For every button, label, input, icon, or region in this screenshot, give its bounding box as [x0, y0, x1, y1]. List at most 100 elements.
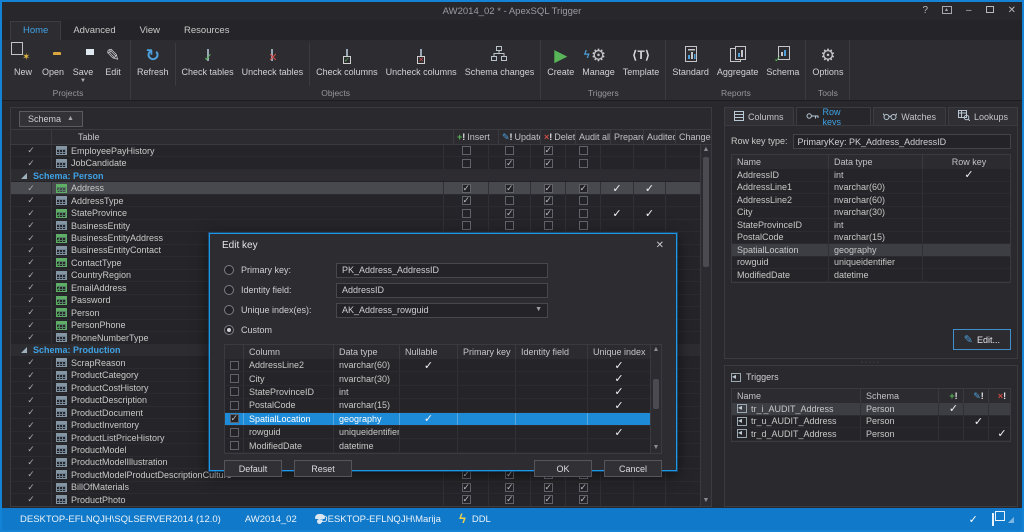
checkbox[interactable] — [579, 146, 588, 155]
dialog-header-primary-key[interactable]: Primary key — [457, 345, 515, 359]
ribbon-button-edit[interactable]: ✎Edit — [98, 41, 128, 88]
rowkeys-row[interactable]: StateProvinceIDint — [732, 219, 1010, 232]
delete-checkbox[interactable] — [530, 157, 565, 168]
trigger-row[interactable]: tr_u_AUDIT_AddressPerson✓ — [732, 416, 1010, 429]
table-row[interactable]: ✓Address✓✓ — [11, 182, 701, 194]
checkbox[interactable] — [579, 159, 588, 168]
checkbox[interactable] — [230, 387, 239, 396]
table-row[interactable]: ✓ProductPhoto — [11, 494, 701, 506]
scroll-down-icon[interactable]: ▼ — [651, 443, 661, 453]
ribbon-pin-icon[interactable] — [942, 6, 952, 17]
checkbox[interactable] — [505, 495, 514, 504]
checkbox[interactable] — [462, 209, 471, 218]
checkbox[interactable] — [462, 159, 471, 168]
checkbox[interactable] — [230, 428, 239, 437]
checkbox[interactable] — [544, 209, 553, 218]
checkbox[interactable] — [544, 221, 553, 230]
rowkeys-row[interactable]: Citynvarchar(30) — [732, 207, 1010, 220]
triggers-header-update[interactable]: ✎! — [963, 389, 988, 403]
ribbon-button-schema-changes[interactable]: Schema changes — [461, 41, 539, 88]
insert-checkbox[interactable] — [443, 195, 488, 206]
triggers-header-delete[interactable]: ×! — [988, 389, 1010, 403]
delete-checkbox[interactable] — [530, 145, 565, 156]
minimize-icon[interactable]: – — [966, 6, 972, 16]
update-checkbox[interactable] — [488, 220, 530, 231]
radio-identity-field[interactable] — [224, 285, 234, 295]
audit-all-checkbox[interactable] — [565, 195, 600, 206]
group-by-schema-chip[interactable]: Schema ▲ — [19, 111, 83, 127]
update-checkbox[interactable] — [488, 145, 530, 156]
row-included-check[interactable]: ✓ — [11, 382, 51, 393]
dialog-header-unique-index[interactable]: Unique index — [587, 345, 650, 359]
row-included-check[interactable]: ✓ — [11, 295, 51, 306]
ribbon-button-aggregate[interactable]: Aggregate — [713, 41, 763, 88]
dialog-column-row[interactable]: SpatialLocationgeography✓ — [225, 413, 650, 426]
ribbon-button-manage[interactable]: ⚙ϟManage — [578, 41, 619, 88]
ribbon-button-uncheck-tables[interactable]: ✕Uncheck tables — [238, 41, 308, 88]
dialog-column-row[interactable]: AddressLine2nvarchar(60)✓✓ — [225, 359, 650, 372]
dialog-column-row[interactable]: ModifiedDatedatetime — [225, 439, 650, 452]
table-row[interactable]: ✓JobCandidate — [11, 157, 701, 169]
rowkeys-row[interactable]: AddressIDint✓ — [732, 169, 1010, 182]
column-include-checkbox[interactable] — [225, 372, 243, 384]
dialog-header-column[interactable]: Column — [243, 345, 333, 359]
dialog-close-icon[interactable]: ✕ — [656, 240, 664, 251]
ribbon-button-uncheck-columns[interactable]: ✕Uncheck columns — [382, 41, 461, 88]
delete-checkbox[interactable] — [530, 195, 565, 206]
update-checkbox[interactable] — [488, 482, 530, 493]
row-included-check[interactable]: ✓ — [11, 482, 51, 493]
ribbon-button-save[interactable]: Save▼ — [68, 41, 98, 88]
row-included-check[interactable]: ✓ — [11, 257, 51, 268]
ribbon-button-check-columns[interactable]: ✓Check columns — [312, 41, 382, 88]
insert-checkbox[interactable] — [443, 145, 488, 156]
checkbox[interactable] — [505, 209, 514, 218]
checkbox[interactable] — [505, 184, 514, 193]
row-included-check[interactable]: ✓ — [11, 195, 51, 206]
row-included-check[interactable]: ✓ — [11, 407, 51, 418]
checkbox[interactable] — [505, 159, 514, 168]
trigger-row[interactable]: tr_i_AUDIT_AddressPerson✓ — [732, 403, 1010, 416]
row-included-check[interactable]: ✓ — [11, 394, 51, 405]
tables-header-insert[interactable]: +!Insert — [453, 130, 498, 144]
ribbon-button-schema[interactable]: ✓Schema — [762, 41, 803, 88]
dialog-header-data-type[interactable]: Data type — [333, 345, 399, 359]
primary-key-field[interactable]: PK_Address_AddressID — [336, 263, 548, 278]
rowkeys-header-row-key[interactable]: Row key — [922, 155, 1010, 169]
column-include-checkbox[interactable] — [225, 386, 243, 398]
scroll-up-icon[interactable]: ▲ — [701, 145, 711, 155]
row-included-check[interactable]: ✓ — [11, 469, 51, 480]
ribbon-button-template[interactable]: ⟨T⟩Template — [619, 41, 664, 88]
checkbox[interactable] — [462, 196, 471, 205]
tab-lookups[interactable]: Lookups — [948, 107, 1018, 125]
ribbon-tab-home[interactable]: Home — [10, 21, 61, 40]
delete-checkbox[interactable] — [530, 494, 565, 505]
row-included-check[interactable]: ✓ — [11, 357, 51, 368]
row-included-check[interactable]: ✓ — [11, 332, 51, 343]
help-icon[interactable]: ? — [922, 6, 928, 16]
audit-all-checkbox[interactable] — [565, 494, 600, 505]
checkbox[interactable] — [579, 495, 588, 504]
tables-header-prepared[interactable]: Prepared — [610, 130, 643, 144]
insert-checkbox[interactable] — [443, 207, 488, 218]
checkbox[interactable] — [230, 374, 239, 383]
row-included-check[interactable]: ✓ — [11, 207, 51, 218]
checkbox[interactable] — [579, 221, 588, 230]
checkbox[interactable] — [462, 221, 471, 230]
scrollbar-thumb[interactable] — [653, 379, 659, 409]
table-row[interactable]: ✓EmployeePayHistory — [11, 145, 701, 157]
ribbon-button-options[interactable]: ⚙Options — [808, 41, 847, 88]
row-included-check[interactable]: ✓ — [11, 369, 51, 380]
checkbox[interactable] — [462, 184, 471, 193]
tables-header-audit-all[interactable]: Audit all — [575, 130, 610, 144]
tab-columns[interactable]: Columns — [724, 107, 794, 125]
checkbox[interactable] — [544, 146, 553, 155]
update-checkbox[interactable] — [488, 494, 530, 505]
row-included-check[interactable]: ✓ — [11, 494, 51, 505]
default-button[interactable]: Default — [224, 460, 282, 477]
radio-unique-index-es[interactable] — [224, 305, 234, 315]
dialog-column-row[interactable]: PostalCodenvarchar(15)✓ — [225, 399, 650, 412]
rowkeys-header-data-type[interactable]: Data type — [828, 155, 922, 169]
table-row[interactable]: ✓BusinessEntity — [11, 220, 701, 232]
ok-button[interactable]: OK — [534, 460, 592, 477]
column-include-checkbox[interactable] — [225, 399, 243, 411]
